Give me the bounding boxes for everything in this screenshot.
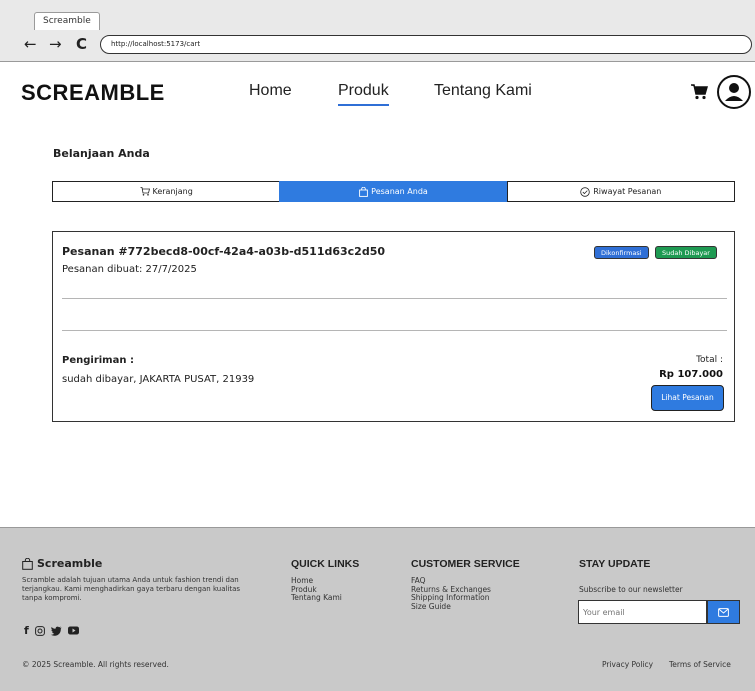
divider (62, 330, 727, 331)
back-icon[interactable]: ← (24, 36, 37, 52)
tab-pesanan-anda[interactable]: Pesanan Anda (279, 181, 508, 202)
cart-small-icon (140, 187, 150, 196)
site-header: SCREAMBLE Home Produk Tentang Kami (0, 62, 755, 118)
shopping-bag-icon (22, 557, 33, 570)
twitter-icon[interactable] (50, 626, 62, 636)
total-amount: Rp 107.000 (659, 369, 723, 380)
site-footer: Screamble Scramble adalah tujuan utama A… (0, 527, 755, 691)
page-title: Belanjaan Anda (53, 147, 150, 160)
divider (62, 298, 727, 299)
footer-brand-name: Screamble (37, 557, 103, 570)
cart-icon[interactable] (690, 84, 708, 100)
footer-brand: Screamble (22, 557, 102, 570)
newsletter-text: Subscribe to our newsletter (579, 585, 683, 594)
forward-icon[interactable]: → (49, 36, 62, 52)
status-badge-paid: Sudah Dibayar (655, 246, 717, 259)
check-circle-icon (580, 186, 590, 197)
social-links: f (24, 624, 79, 637)
browser-chrome: Screamble ← → C http://localhost:5173/ca… (0, 0, 755, 62)
order-created-date: Pesanan dibuat: 27/7/2025 (62, 264, 197, 275)
browser-tab[interactable]: Screamble (34, 12, 100, 30)
footer-stay-update-title: STAY UPDATE (579, 558, 651, 570)
newsletter-submit-button[interactable] (707, 600, 740, 624)
nav-produk[interactable]: Produk (338, 82, 389, 106)
terms-of-service-link[interactable]: Terms of Service (669, 660, 731, 669)
footer-customer-service-links: FAQ Returns & Exchanges Shipping Informa… (411, 576, 491, 612)
order-card: Pesanan #772becd8-00cf-42a4-a03b-d511d63… (52, 231, 735, 422)
order-id: Pesanan #772becd8-00cf-42a4-a03b-d511d63… (62, 245, 386, 258)
instagram-icon[interactable] (34, 625, 45, 636)
tab-riwayat-pesanan[interactable]: Riwayat Pesanan (506, 181, 735, 202)
order-tabs: Keranjang Pesanan Anda Riwayat Pesanan (52, 181, 735, 202)
total-label: Total : (696, 355, 723, 365)
footer-link-tentang-kami[interactable]: Tentang Kami (291, 593, 342, 603)
tab-keranjang[interactable]: Keranjang (52, 181, 281, 202)
footer-description: Scramble adalah tujuan utama Anda untuk … (22, 576, 241, 602)
shipping-label: Pengiriman : (62, 355, 134, 366)
site-logo[interactable]: SCREAMBLE (21, 80, 165, 106)
footer-customer-service-title: CUSTOMER SERVICE (411, 558, 520, 570)
status-badge-confirmed: Dikonfirmasi (594, 246, 649, 259)
privacy-policy-link[interactable]: Privacy Policy (602, 660, 653, 669)
footer-quick-links: Home Produk Tentang Kami (291, 576, 342, 603)
url-bar[interactable]: http://localhost:5173/cart (100, 35, 752, 54)
reload-icon[interactable]: C (76, 36, 87, 52)
shipping-address: sudah dibayar, JAKARTA PUSAT, 21939 (62, 374, 255, 385)
tab-keranjang-label: Keranjang (152, 187, 193, 196)
youtube-icon[interactable] (67, 626, 79, 635)
nav-tentang-kami[interactable]: Tentang Kami (434, 82, 532, 100)
copyright: © 2025 Screamble. All rights reserved. (22, 660, 169, 669)
footer-link-size-guide[interactable]: Size Guide (411, 602, 491, 612)
mail-icon (718, 607, 729, 617)
shopping-bag-icon (359, 186, 369, 197)
footer-quick-links-title: QUICK LINKS (291, 558, 360, 570)
tab-riwayat-pesanan-label: Riwayat Pesanan (593, 187, 662, 196)
user-avatar-icon[interactable] (717, 75, 751, 109)
tab-pesanan-anda-label: Pesanan Anda (371, 187, 428, 196)
view-order-button[interactable]: Lihat Pesanan (651, 385, 724, 411)
newsletter-email-input[interactable] (578, 600, 707, 624)
facebook-icon[interactable]: f (24, 624, 29, 637)
nav-home[interactable]: Home (249, 82, 292, 100)
